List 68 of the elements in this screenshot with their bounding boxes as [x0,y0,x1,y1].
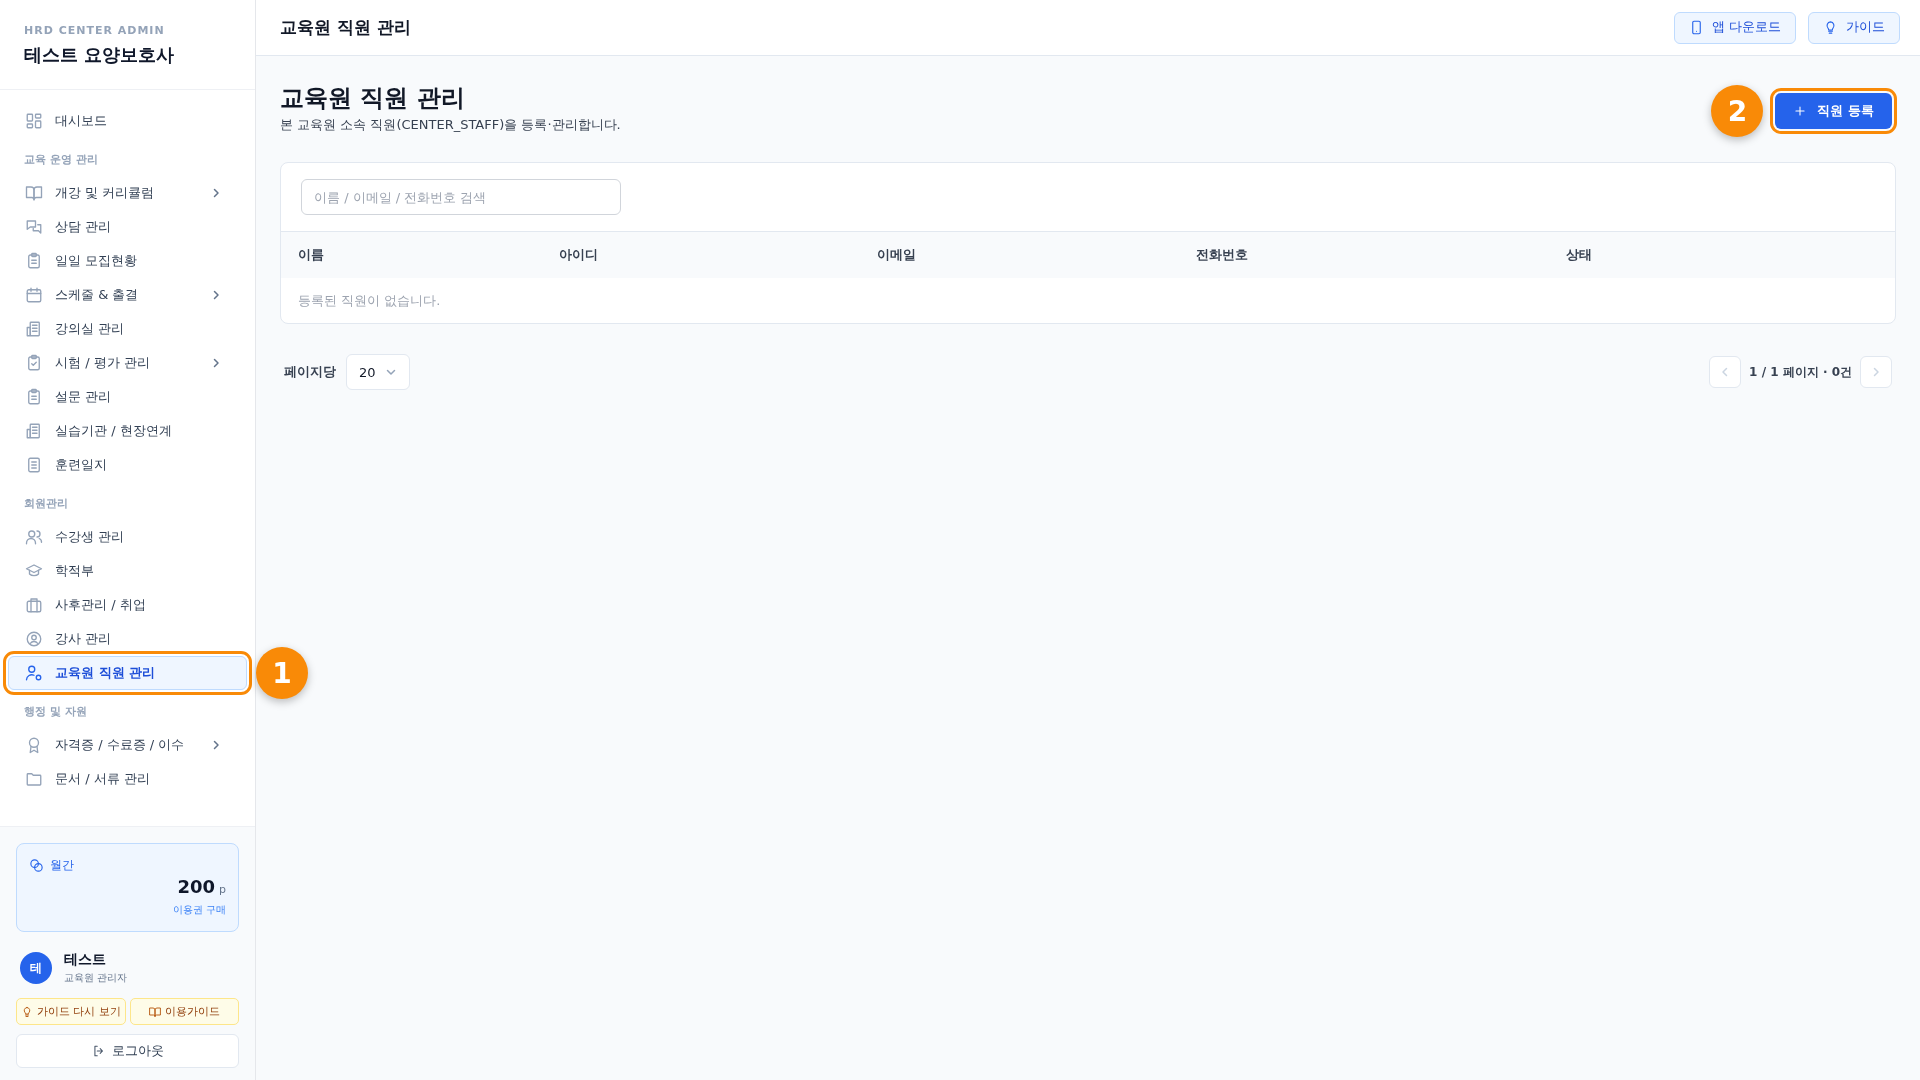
sidebar-item[interactable]: 학적부 [8,554,247,588]
phone-icon [1689,20,1704,35]
empty-message: 등록된 직원이 없습니다. [298,291,441,310]
logout-icon [91,1044,106,1058]
guide-replay-button[interactable]: 가이드 다시 보기 [16,998,126,1025]
sidebar-item[interactable]: 실습기관 / 현장연계 [8,414,247,448]
clipboard-icon [25,388,43,406]
column-header: 이름 [298,246,325,264]
section-label: 행정 및 자원 [23,704,88,720]
page-title: 교육원 직원 관리 [280,83,465,114]
user-circle-icon [25,630,43,648]
user-name: 테스트 [64,951,107,969]
page-header-title: 교육원 직원 관리 [280,16,412,39]
avatar: 테 [20,952,52,984]
sidebar-item[interactable]: 대시보드 [8,104,247,138]
logout-button[interactable]: 로그아웃 [16,1034,239,1068]
sidebar-item[interactable]: 사후관리 / 취업 [8,588,247,622]
page-description: 본 교육원 소속 직원(CENTER_STAFF)을 등록·관리합니다. [280,116,621,134]
section-label: 회원관리 [23,496,69,512]
sidebar-item[interactable]: 시험 / 평가 관리 [8,346,247,380]
user-gear-icon [25,664,43,682]
sidebar-item[interactable]: 일일 모집현황 [8,244,247,278]
sidebar-item[interactable]: 수강생 관리 [8,520,247,554]
calendar-icon [25,286,43,304]
building-icon [25,320,43,338]
section-label: 교육 운영 관리 [23,152,99,168]
page-info: 1 / 1 페이지 · 0건 [1749,363,1852,381]
sidebar-item[interactable]: 훈련일지 [8,448,247,482]
brand-label: HRD CENTER ADMIN [24,24,166,37]
sidebar-item[interactable]: 스케줄 & 출결 [8,278,247,312]
user-role: 교육원 관리자 [64,971,128,985]
clipboard-check-icon [25,354,43,372]
guide-button[interactable]: 가이드 [1808,11,1900,44]
book-icon [25,184,43,202]
purchase-link[interactable]: 이용권 구매 [172,903,226,917]
user-guide-button[interactable]: 이용가이드 [129,998,239,1025]
plus-icon [1793,104,1808,118]
lightbulb-icon [1823,20,1838,35]
coins-icon [29,858,44,873]
step-badge: 2 [1711,85,1764,137]
column-header: 이메일 [877,246,917,264]
sidebar-item[interactable]: 자격증 / 수료증 / 이수 [8,728,247,762]
users-icon [25,528,43,546]
book-icon [148,1005,161,1018]
per-page-label: 페이지당 [284,363,336,381]
briefcase-icon [25,596,43,614]
sidebar-item[interactable]: 문서 / 서류 관리 [8,762,247,796]
brand-name: 테스트 요양보호사 [24,43,176,67]
points-amount: 200 [177,876,215,897]
sidebar-item[interactable]: 강의실 관리 [8,312,247,346]
clipboard-icon [25,252,43,270]
app-download-button[interactable]: 앱 다운로드 [1674,11,1796,44]
document-icon [25,456,43,474]
chat-icon [25,218,43,236]
folder-icon [25,770,43,788]
plan-label: 월간 [50,857,74,874]
sidebar-item[interactable]: 상담 관리 [8,210,247,244]
grid-icon [25,112,43,130]
column-header: 전화번호 [1196,246,1249,264]
per-page-select[interactable]: 20 [346,354,410,390]
building-icon [25,422,43,440]
sidebar-item[interactable]: 개강 및 커리큘럼 [8,176,247,210]
column-header: 상태 [1566,246,1593,264]
column-header: 아이디 [559,246,599,264]
search-field[interactable]: 이름 / 이메일 / 전화번호 검색 [301,179,621,215]
sidebar-item[interactable]: 설문 관리 [8,380,247,414]
points-unit: p [219,883,226,896]
step-badge: 1 [256,647,308,699]
